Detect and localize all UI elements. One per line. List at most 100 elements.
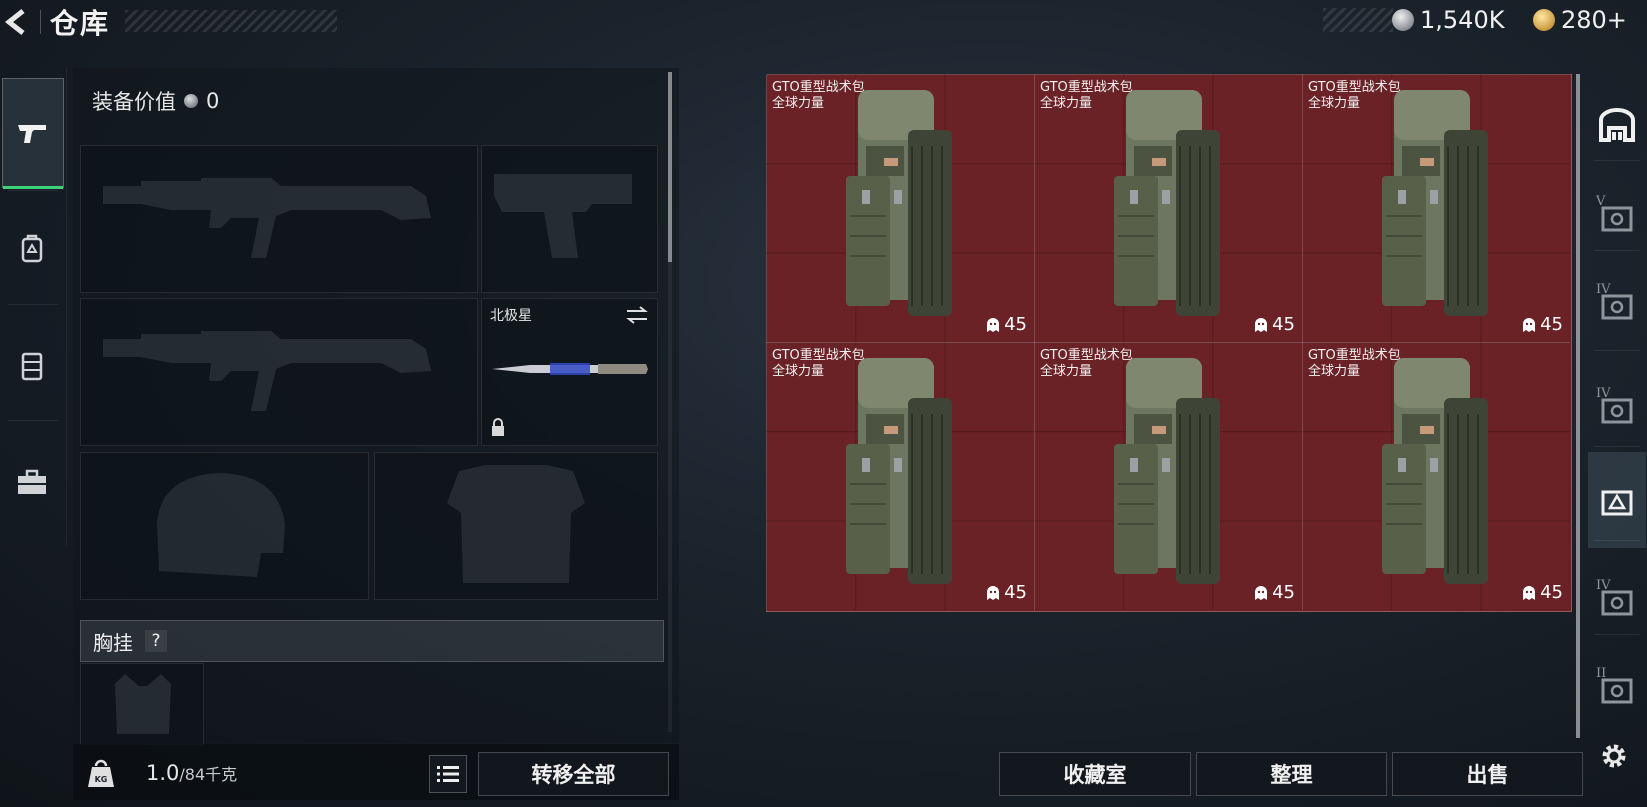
tactical-backpack-icon <box>846 358 952 584</box>
weight-capacity: /84千克 <box>179 765 238 784</box>
nav-medkit[interactable] <box>2 428 62 536</box>
container-tab[interactable]: IV <box>1588 360 1646 456</box>
rifle-silhouette-icon <box>103 331 431 411</box>
storage-item[interactable]: GTO重型战术包 全球力量 45 <box>1034 342 1301 609</box>
tactical-backpack-icon <box>846 90 952 316</box>
vest-silhouette-icon <box>447 465 585 583</box>
gold-currency-value: 280+ <box>1561 6 1627 34</box>
nav-armor[interactable] <box>2 312 62 420</box>
ghost-icon <box>1523 585 1536 600</box>
item-count: 45 <box>1004 582 1027 603</box>
help-button[interactable]: ? <box>145 630 167 652</box>
equipment-value-label: 装备价值 <box>92 90 176 114</box>
chest-rig-silhouette-icon <box>115 674 171 734</box>
gold-coin-icon <box>1533 9 1555 31</box>
container-level: IV <box>1596 386 1611 401</box>
vest-icon <box>21 352 43 381</box>
container-level: V <box>1596 194 1606 209</box>
item-count: 45 <box>1540 314 1563 335</box>
list-view-button[interactable] <box>429 755 467 793</box>
nav-backpack[interactable] <box>2 194 62 302</box>
tab-divider <box>1594 634 1640 635</box>
item-count-badge: 45 <box>1254 314 1295 335</box>
nav-divider <box>8 304 58 305</box>
loadout-scrollbar-thumb[interactable] <box>668 72 672 262</box>
collection-room-button[interactable]: 收藏室 <box>999 752 1191 796</box>
chest-rig-slot[interactable] <box>80 663 204 745</box>
item-count-badge: 45 <box>986 582 1027 603</box>
chest-rig-label: 胸挂 <box>93 630 133 655</box>
storage-item[interactable]: GTO重型战术包 全球力量 45 <box>1034 74 1301 341</box>
backpack-icon <box>21 234 43 263</box>
toolbox-icon <box>18 469 46 494</box>
weight-icon-text: KG <box>95 775 108 784</box>
storage-item[interactable]: GTO重型战术包 全球力量 45 <box>766 74 1033 341</box>
silver-currency: 1,540K <box>1392 6 1504 34</box>
storage-item[interactable]: GTO重型战术包 全球力量 45 <box>1302 74 1569 341</box>
melee-name: 北极星 <box>490 308 532 324</box>
storage-item[interactable]: GTO重型战术包 全球力量 45 <box>766 342 1033 609</box>
secondary-weapon-slot[interactable] <box>80 298 478 446</box>
tab-divider <box>1594 250 1640 251</box>
organize-button[interactable]: 整理 <box>1196 752 1387 796</box>
container-tab[interactable]: II <box>1588 640 1646 736</box>
gold-currency[interactable]: 280+ <box>1533 6 1627 34</box>
weight-kg-icon: KG <box>88 759 114 787</box>
lock-icon <box>492 418 504 436</box>
pistol-icon <box>18 125 46 143</box>
weight-readout: 1.0/84千克 <box>146 761 237 785</box>
tactical-backpack-icon <box>1382 358 1488 584</box>
swap-arrows-icon[interactable] <box>625 305 649 325</box>
nav-divider <box>8 190 58 191</box>
tab-divider <box>1594 160 1640 161</box>
equipment-value-amount: 0 <box>206 89 220 113</box>
container-tab[interactable]: IV <box>1588 256 1646 352</box>
tab-divider <box>1594 350 1640 351</box>
gear-icon <box>1602 744 1626 768</box>
item-count-badge: 45 <box>1254 582 1295 603</box>
title-stripe-decoration <box>125 10 337 32</box>
container-level: IV <box>1596 282 1611 297</box>
item-count: 45 <box>1272 582 1295 603</box>
sidearm-slot[interactable] <box>481 145 658 293</box>
list-icon <box>437 766 459 782</box>
container-active-icon <box>1601 490 1633 516</box>
silver-coin-icon <box>184 94 198 108</box>
back-arrow-icon <box>4 9 25 35</box>
nav-weapons[interactable] <box>2 78 64 189</box>
item-count: 45 <box>1540 582 1563 603</box>
silver-currency-value: 1,540K <box>1420 6 1505 34</box>
ghost-icon <box>1255 585 1268 600</box>
tab-divider <box>1594 446 1640 447</box>
tab-divider <box>1594 540 1640 541</box>
item-count-badge: 45 <box>1522 314 1563 335</box>
container-level: IV <box>1596 578 1611 593</box>
primary-weapon-slot[interactable] <box>80 145 478 293</box>
item-count-badge: 45 <box>986 314 1027 335</box>
pistol-silhouette-icon <box>494 174 632 258</box>
title-divider <box>40 10 41 34</box>
nav-divider <box>8 420 58 421</box>
sell-button[interactable]: 出售 <box>1392 752 1583 796</box>
transfer-all-button[interactable]: 转移全部 <box>478 752 669 796</box>
melee-slot[interactable]: 北极星 <box>481 298 658 446</box>
equipment-value: 装备价值 0 <box>92 86 219 116</box>
item-count: 45 <box>1004 314 1027 335</box>
grid-divider <box>766 342 1570 343</box>
storage-item[interactable]: GTO重型战术包 全球力量 45 <box>1302 342 1569 609</box>
ghost-icon <box>987 317 1000 332</box>
storage-scrollbar[interactable] <box>1576 74 1580 738</box>
body-armor-slot[interactable] <box>374 452 658 600</box>
ghost-icon <box>1523 317 1536 332</box>
item-count-badge: 45 <box>1522 582 1563 603</box>
helmet-slot[interactable] <box>80 452 369 600</box>
back-button[interactable] <box>0 6 34 38</box>
tactical-backpack-icon <box>1114 358 1220 584</box>
item-count: 45 <box>1272 314 1295 335</box>
settings-button[interactable] <box>1594 736 1634 776</box>
knife-icon <box>492 363 648 375</box>
container-level: II <box>1596 666 1607 681</box>
container-tab[interactable] <box>1588 452 1646 548</box>
chest-rig-section-header: 胸挂 ? <box>80 620 664 662</box>
weight-current: 1.0 <box>146 761 180 785</box>
